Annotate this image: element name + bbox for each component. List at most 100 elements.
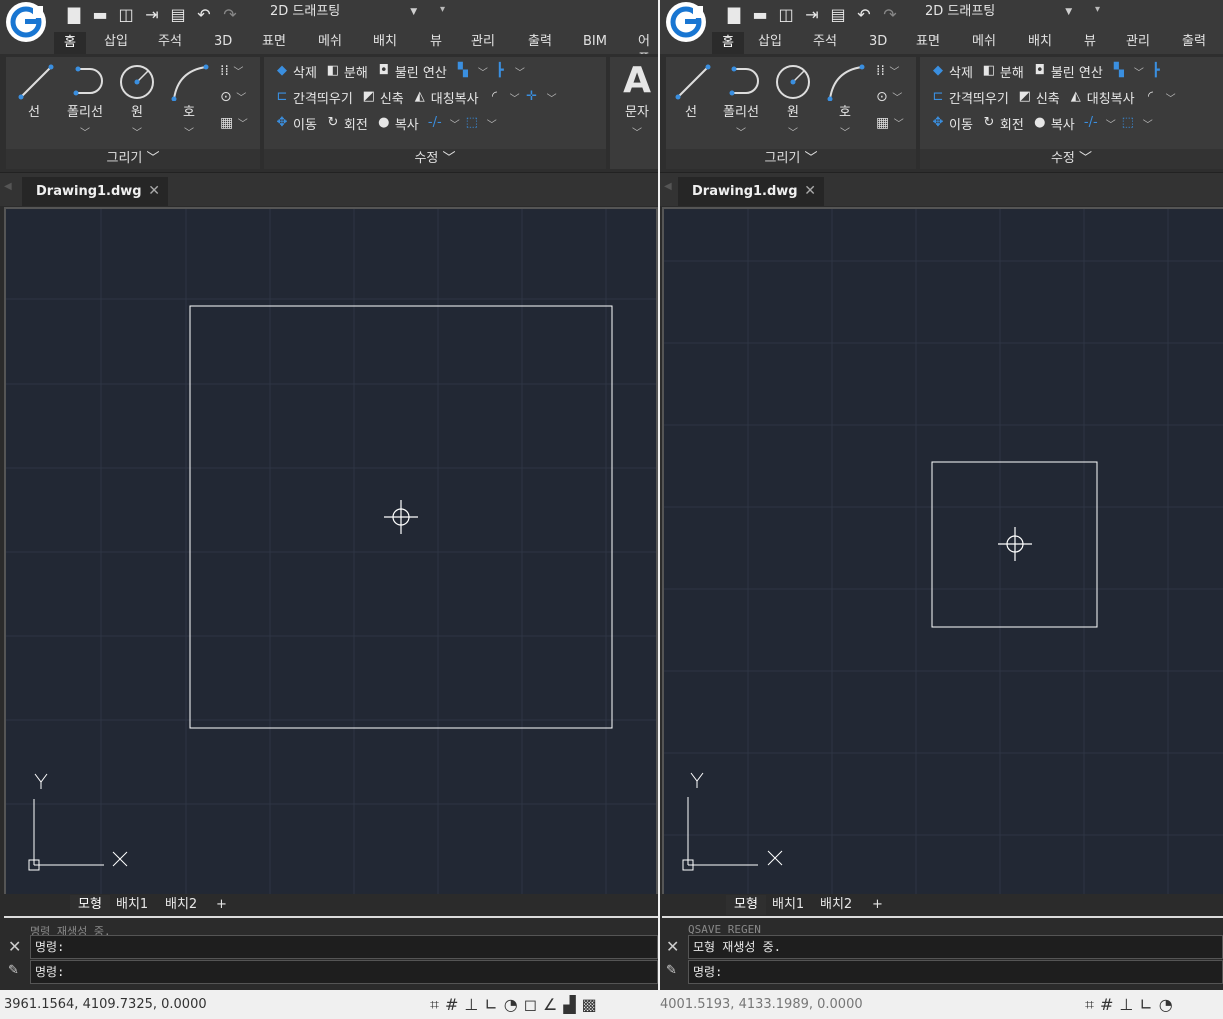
chevron-down-icon[interactable]: ▼	[1065, 2, 1072, 22]
customize-toolbar-icon[interactable]: ▾	[1095, 4, 1100, 15]
tab-layout[interactable]: 배치	[373, 33, 397, 51]
close-icon[interactable]: ✕	[666, 937, 679, 956]
tab-view[interactable]: 뷰	[1084, 33, 1096, 51]
tab-home[interactable]: 홈	[54, 32, 86, 54]
tab-layout2[interactable]: 배치2	[820, 895, 852, 915]
point-tool[interactable]: ⁞⁞ ﹀	[876, 63, 899, 79]
tab-scroll-left-icon[interactable]: ◀	[664, 181, 672, 192]
chevron-down-icon[interactable]: ﹀	[1166, 90, 1176, 105]
arc-tool[interactable]: 호 ﹀	[822, 61, 868, 139]
polyline-tool[interactable]: 폴리선 ﹀	[718, 61, 764, 139]
fillet-icon[interactable]: ◜	[487, 89, 503, 105]
add-layout-button[interactable]: +	[872, 895, 883, 915]
trim-icon[interactable]: ✛	[524, 89, 540, 105]
move-button[interactable]: 이동	[293, 114, 317, 133]
tab-surface[interactable]: 표면	[262, 33, 286, 51]
workspace-selector[interactable]: 2D 드래프팅 ▼	[925, 2, 1072, 22]
tab-bim[interactable]: BIM	[583, 33, 607, 51]
tab-3d[interactable]: 3D	[869, 33, 887, 51]
offset-button[interactable]: 간격띄우기	[293, 88, 353, 107]
workspace-selector[interactable]: 2D 드래프팅 ▼	[270, 2, 417, 22]
chevron-down-icon[interactable]: ﹀	[614, 124, 658, 139]
redo-icon[interactable]: ↷	[220, 5, 240, 24]
rotate-button[interactable]: 회전	[344, 114, 368, 133]
pencil-icon[interactable]: ✎	[666, 963, 677, 978]
chevron-down-icon[interactable]: ﹀	[487, 116, 497, 131]
draw-panel-title[interactable]: 그리기 ﹀	[6, 149, 260, 169]
mirror-button[interactable]: 대칭복사	[431, 88, 479, 107]
chevron-down-icon[interactable]: ﹀	[515, 64, 525, 79]
grid-icon[interactable]: #	[1100, 995, 1113, 1015]
drawing-canvas[interactable]	[4, 207, 658, 897]
grid-icon[interactable]: #	[445, 995, 458, 1015]
chevron-down-icon[interactable]: ﹀	[166, 124, 212, 139]
tab-mesh[interactable]: 메쉬	[318, 33, 342, 51]
print-icon[interactable]: ▤	[828, 5, 848, 24]
copy-button[interactable]: 복사	[1051, 114, 1075, 133]
rotate-button[interactable]: 회전	[1000, 114, 1024, 133]
drawing-canvas[interactable]	[662, 207, 1223, 897]
chevron-down-icon[interactable]: ﹀	[1106, 116, 1116, 131]
copy-button[interactable]: 복사	[395, 114, 419, 133]
add-layout-button[interactable]: +	[216, 895, 227, 915]
chevron-down-icon[interactable]: ﹀	[478, 64, 488, 79]
stretch-button[interactable]: 신축	[380, 88, 404, 107]
chevron-down-icon[interactable]: ﹀	[1134, 64, 1144, 79]
open-folder-icon[interactable]: ▬	[750, 5, 770, 24]
chevron-down-icon[interactable]: ﹀	[114, 124, 160, 139]
draw-panel-title[interactable]: 그리기 ﹀	[666, 149, 916, 169]
tab-output[interactable]: 출력	[528, 33, 552, 51]
break-icon[interactable]: -/-	[427, 115, 443, 131]
infer-icon[interactable]: ⊥	[1119, 995, 1133, 1015]
close-icon[interactable]: ✕	[804, 177, 816, 206]
line-tool[interactable]: 선	[668, 61, 714, 120]
tab-scroll-left-icon[interactable]: ◀	[4, 181, 12, 192]
ortho-icon[interactable]: ∟	[484, 995, 497, 1015]
tab-view[interactable]: 뷰	[430, 33, 442, 51]
chevron-down-icon[interactable]: ﹀	[510, 90, 520, 105]
tab-model[interactable]: 모형	[70, 895, 110, 915]
app-logo[interactable]	[6, 2, 46, 42]
osnap-icon[interactable]: ◻	[524, 995, 537, 1015]
line-tool[interactable]: 선	[11, 61, 57, 120]
tab-layout1[interactable]: 배치1	[116, 895, 148, 915]
open-folder-icon[interactable]: ▬	[90, 5, 110, 24]
ellipse-tool[interactable]: ⊙ ﹀	[876, 89, 902, 105]
lineweight-icon[interactable]: ▟	[563, 995, 575, 1015]
polar-icon[interactable]: ◔	[504, 995, 518, 1015]
align-icon[interactable]: ┣	[492, 63, 508, 79]
save-icon[interactable]: ◫	[776, 5, 796, 24]
move-button[interactable]: 이동	[949, 114, 973, 133]
tab-layout2[interactable]: 배치2	[165, 895, 197, 915]
pencil-icon[interactable]: ✎	[8, 963, 19, 978]
array-icon[interactable]: ▚	[455, 63, 471, 79]
infer-icon[interactable]: ⊥	[464, 995, 478, 1015]
tab-surface[interactable]: 표면	[916, 33, 940, 51]
save-as-icon[interactable]: ⇥	[142, 5, 162, 24]
erase-button[interactable]: 삭제	[949, 62, 973, 81]
snap-grid-icon[interactable]: ⌗	[1085, 995, 1094, 1015]
stretch-button[interactable]: 신축	[1036, 88, 1060, 107]
transparency-icon[interactable]: ▩	[582, 995, 597, 1015]
tab-3d[interactable]: 3D	[214, 33, 232, 51]
chevron-down-icon[interactable]: ﹀	[62, 124, 108, 139]
tab-layout1[interactable]: 배치1	[772, 895, 804, 915]
tab-mesh[interactable]: 메쉬	[972, 33, 996, 51]
tab-annotate[interactable]: 주석	[813, 33, 837, 51]
align-icon[interactable]: ┣	[1148, 63, 1164, 79]
circle-tool[interactable]: 원 ﹀	[770, 61, 816, 139]
chevron-down-icon[interactable]: ﹀	[770, 124, 816, 139]
fillet-icon[interactable]: ◜	[1143, 89, 1159, 105]
otrack-icon[interactable]: ∠	[543, 995, 557, 1015]
boolean-button[interactable]: 불린 연산	[1051, 62, 1103, 81]
ellipse-tool[interactable]: ⊙ ﹀	[220, 89, 246, 105]
document-tab[interactable]: Drawing1.dwg ✕	[678, 177, 824, 206]
scale-icon[interactable]: ⬚	[464, 115, 480, 131]
tab-insert[interactable]: 삽입	[758, 33, 782, 51]
boolean-button[interactable]: 불린 연산	[395, 62, 447, 81]
tab-output[interactable]: 출력	[1182, 33, 1206, 51]
mirror-button[interactable]: 대칭복사	[1087, 88, 1135, 107]
snap-grid-icon[interactable]: ⌗	[430, 995, 439, 1015]
tab-insert[interactable]: 삽입	[104, 33, 128, 51]
hatch-tool[interactable]: ▦ ﹀	[220, 115, 248, 131]
